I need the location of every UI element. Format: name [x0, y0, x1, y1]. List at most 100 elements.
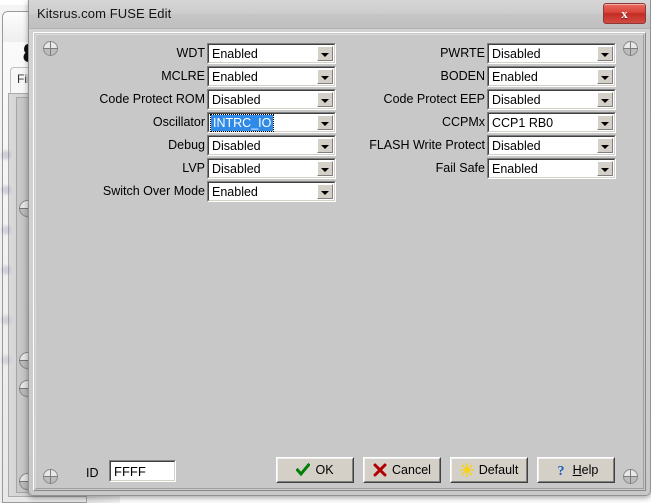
fuse-label-ccpmx: CCPMx	[442, 115, 485, 129]
fuse-row-code-protect-eep: Code Protect EEP Disabled	[356, 89, 616, 110]
fuse-combo-ccpmx-inner: CCP1 RB0	[488, 113, 615, 132]
fuse-combo-lvp[interactable]: Disabled	[207, 158, 336, 179]
fuse-combo-ccpmx[interactable]: CCP1 RB0	[487, 112, 616, 133]
chevron-down-icon[interactable]	[317, 184, 333, 199]
fuse-combo-wdt[interactable]: Enabled	[207, 43, 336, 64]
check-icon	[296, 463, 310, 477]
fuse-row-lvp: LVP Disabled	[76, 158, 336, 179]
fuse-value-ccpmx: CCP1 RB0	[492, 116, 553, 130]
help-button-label: Help	[573, 463, 599, 477]
fuse-value-pwrte: Disabled	[492, 47, 541, 61]
fuse-combo-switch-over-mode-inner: Enabled	[208, 182, 335, 201]
fuse-combo-flash-write-protect[interactable]: Disabled	[487, 135, 616, 156]
id-input[interactable]: FFFF	[109, 460, 176, 482]
fuse-row-oscillator: Oscillator INTRC_IO	[76, 112, 336, 133]
chevron-down-icon[interactable]	[317, 69, 333, 84]
fuse-value-code-protect-eep: Disabled	[492, 93, 541, 107]
fuse-row-flash-write-protect: FLASH Write Protect Disabled	[356, 135, 616, 156]
fuse-label-wdt: WDT	[177, 46, 205, 60]
fuse-combo-boden-inner: Enabled	[488, 67, 615, 86]
fuse-value-code-protect-rom: Disabled	[212, 93, 261, 107]
ok-button-inner: OK	[277, 458, 353, 482]
id-input-inner: FFFF	[110, 461, 175, 481]
fuse-row-debug: Debug Disabled	[76, 135, 336, 156]
fuse-label-boden: BODEN	[441, 69, 485, 83]
help-button[interactable]: ? Help	[537, 457, 615, 483]
chevron-down-icon[interactable]	[317, 115, 333, 130]
chevron-down-icon[interactable]	[317, 92, 333, 107]
dialog-title: Kitsrus.com FUSE Edit	[37, 6, 171, 21]
help-button-accelerator: H	[573, 463, 582, 477]
dialog-client-area: WDT Enabled MCLRE Enabled Co	[33, 32, 646, 491]
chevron-down-icon[interactable]	[597, 92, 613, 107]
fuse-combo-code-protect-eep-inner: Disabled	[488, 90, 615, 109]
fuse-row-wdt: WDT Enabled	[76, 43, 336, 64]
default-button-inner: Default	[451, 458, 527, 482]
fuse-combo-flash-write-protect-inner: Disabled	[488, 136, 615, 155]
dialog-titlebar[interactable]: Kitsrus.com FUSE Edit x	[29, 0, 650, 29]
fuse-label-flash-write-protect: FLASH Write Protect	[369, 138, 485, 152]
chevron-down-icon[interactable]	[317, 138, 333, 153]
chevron-down-icon[interactable]	[317, 161, 333, 176]
ok-button[interactable]: OK	[276, 457, 354, 483]
chevron-down-icon[interactable]	[597, 161, 613, 176]
fuse-combo-wdt-inner: Enabled	[208, 44, 335, 63]
fuse-combo-boden[interactable]: Enabled	[487, 66, 616, 87]
fuse-row-fail-safe: Fail Safe Enabled	[356, 158, 616, 179]
chevron-down-icon[interactable]	[597, 115, 613, 130]
fuse-row-ccpmx: CCPMx CCP1 RB0	[356, 112, 616, 133]
background-window-decoration	[0, 145, 14, 395]
fuse-combo-code-protect-eep[interactable]: Disabled	[487, 89, 616, 110]
fuse-combo-oscillator[interactable]: INTRC_IO	[207, 112, 336, 133]
fuse-row-code-protect-rom: Code Protect ROM Disabled	[76, 89, 336, 110]
fuse-combo-code-protect-rom[interactable]: Disabled	[207, 89, 336, 110]
fuse-value-oscillator: INTRC_IO	[211, 115, 273, 131]
fuse-combo-lvp-inner: Disabled	[208, 159, 335, 178]
fuse-combo-fail-safe[interactable]: Enabled	[487, 158, 616, 179]
question-icon: ?	[554, 463, 568, 477]
cancel-button[interactable]: Cancel	[363, 457, 441, 483]
default-button[interactable]: Default	[450, 457, 528, 483]
chevron-down-icon[interactable]	[597, 46, 613, 61]
chevron-down-icon[interactable]	[317, 46, 333, 61]
fuse-value-fail-safe: Enabled	[492, 162, 538, 176]
resize-handle-top-left[interactable]	[43, 41, 58, 56]
sun-icon	[460, 463, 474, 477]
fuse-value-lvp: Disabled	[212, 162, 261, 176]
fuse-combo-switch-over-mode[interactable]: Enabled	[207, 181, 336, 202]
fuse-value-mclre: Enabled	[212, 70, 258, 84]
fuse-label-code-protect-rom: Code Protect ROM	[99, 92, 205, 106]
resize-handle-bottom-right[interactable]	[623, 469, 638, 484]
resize-handle-bottom-left[interactable]	[43, 469, 58, 484]
fuse-label-debug: Debug	[168, 138, 205, 152]
fuse-combo-pwrte[interactable]: Disabled	[487, 43, 616, 64]
cancel-button-inner: Cancel	[364, 458, 440, 482]
help-button-inner: ? Help	[538, 458, 614, 482]
close-icon: x	[604, 6, 645, 22]
fuse-label-code-protect-eep: Code Protect EEP	[384, 92, 485, 106]
cancel-button-label: Cancel	[392, 463, 431, 477]
fuse-label-oscillator: Oscillator	[153, 115, 205, 129]
cross-icon	[373, 463, 387, 477]
fuse-combo-pwrte-inner: Disabled	[488, 44, 615, 63]
fuse-row-pwrte: PWRTE Disabled	[356, 43, 616, 64]
resize-handle-top-right[interactable]	[623, 41, 638, 56]
fuse-label-fail-safe: Fail Safe	[436, 161, 485, 175]
ok-button-label: OK	[315, 463, 333, 477]
chevron-down-icon[interactable]	[597, 69, 613, 84]
fuse-label-pwrte: PWRTE	[440, 46, 485, 60]
fuse-value-wdt: Enabled	[212, 47, 258, 61]
fuse-value-switch-over-mode: Enabled	[212, 185, 258, 199]
fuse-combo-debug[interactable]: Disabled	[207, 135, 336, 156]
dialog-client-inner: WDT Enabled MCLRE Enabled Co	[35, 34, 644, 489]
close-button[interactable]: x	[603, 3, 646, 24]
fuse-combo-mclre-inner: Enabled	[208, 67, 335, 86]
fuse-edit-dialog: Kitsrus.com FUSE Edit x WDT Enabled	[28, 0, 651, 496]
fuse-label-lvp: LVP	[182, 161, 205, 175]
fuse-row-mclre: MCLRE Enabled	[76, 66, 336, 87]
default-button-label: Default	[479, 463, 519, 477]
chevron-down-icon[interactable]	[597, 138, 613, 153]
fuse-combo-mclre[interactable]: Enabled	[207, 66, 336, 87]
fuse-combo-fail-safe-inner: Enabled	[488, 159, 615, 178]
fuse-label-switch-over-mode: Switch Over Mode	[103, 184, 205, 198]
